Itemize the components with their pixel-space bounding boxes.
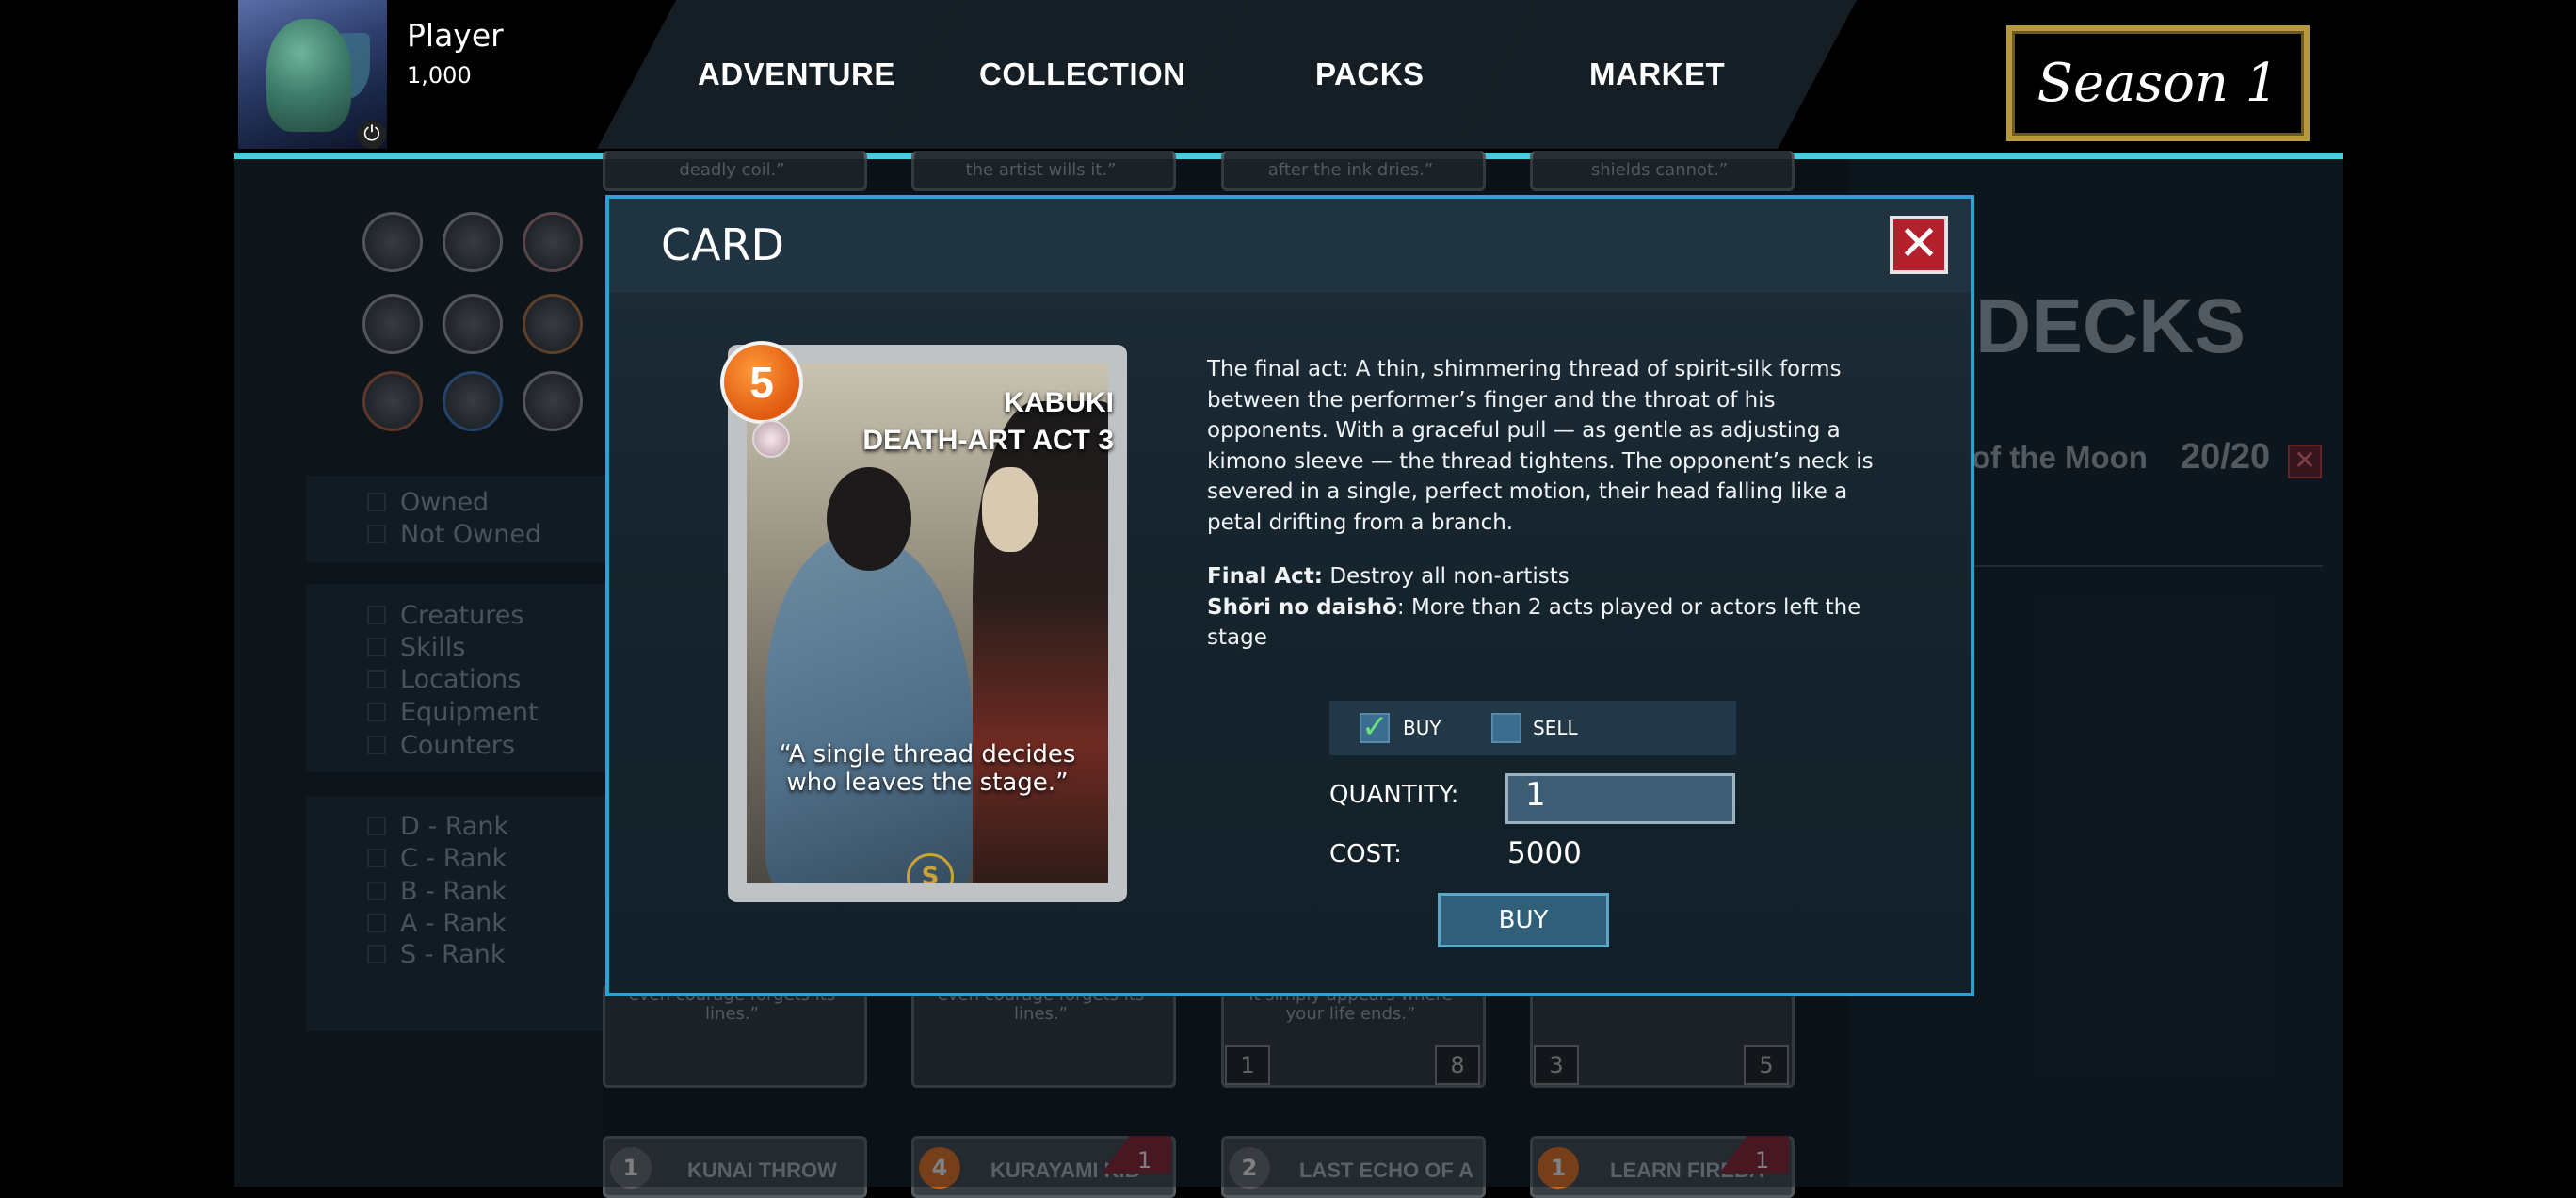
card-art-hair [827,467,911,571]
cost-label: COST: [1329,840,1402,868]
card-title: KABUKI DEATH-ART ACT 3 [831,384,1114,460]
ability-name: Shōri no daishō [1207,594,1397,620]
check-icon: ✓ [1361,708,1389,746]
rarity-gem-icon [752,420,790,458]
card-flavor-quote: “A single thread decides who leaves the … [765,740,1089,797]
card-title-line: KABUKI [1004,387,1114,418]
cost-value: 5000 [1507,836,1582,870]
ability-text: Destroy all non-artists [1323,564,1570,589]
player-coins: 1,000 [407,62,472,89]
season-badge[interactable]: Season 1 [2006,25,2310,141]
buy-option-label[interactable]: BUY [1403,717,1441,739]
nav-tab-label: PACKS [1315,57,1425,91]
sell-checkbox[interactable] [1491,713,1521,743]
card-art-figure [765,533,973,883]
trade-mode-toggle: ✓ BUY SELL [1329,701,1736,755]
card-abilities: Final Act: Destroy all non-artists Shōri… [1207,561,1885,654]
card-quote-line: “A single thread decides [779,740,1076,769]
nav-tab-label: MARKET [1588,57,1726,91]
card-title-line: DEATH-ART ACT 3 [862,425,1114,456]
modal-title: CARD [661,219,784,270]
season-label: Season 1 [2037,53,2279,114]
sell-option-label[interactable]: SELL [1533,717,1578,739]
quantity-label: QUANTITY: [1329,781,1459,809]
ability-line: Final Act: Destroy all non-artists [1207,561,1885,592]
avatar-art [266,19,351,132]
quantity-input[interactable]: 1 [1505,773,1735,824]
card-quote-line: who leaves the stage.” [786,769,1069,797]
player-name: Player [407,17,504,54]
card-preview: S KABUKI DEATH-ART ACT 3 “A single threa… [720,341,1127,902]
power-icon[interactable]: ⏻ [358,121,386,149]
nav-tab-label: COLLECTION [979,57,1186,91]
nav-tab-label: ADVENTURE [698,57,895,91]
card-description: The final act: A thin, shimmering thread… [1207,357,1874,535]
ability-line: Shōri no daishō: More than 2 acts played… [1207,592,1885,654]
buy-button[interactable]: BUY [1438,893,1609,947]
close-button[interactable]: ✕ [1890,216,1948,274]
close-icon: ✕ [1898,216,1940,272]
buy-checkbox[interactable]: ✓ [1360,711,1390,743]
card-cost-orb: 5 [720,341,803,424]
card-art-face [982,467,1038,552]
card-detail-modal: CARD ✕ S KABUKI DEATH-ART ACT 3 “A singl… [605,195,1974,996]
modal-header [609,199,1971,293]
ability-name: Final Act: [1207,564,1324,589]
